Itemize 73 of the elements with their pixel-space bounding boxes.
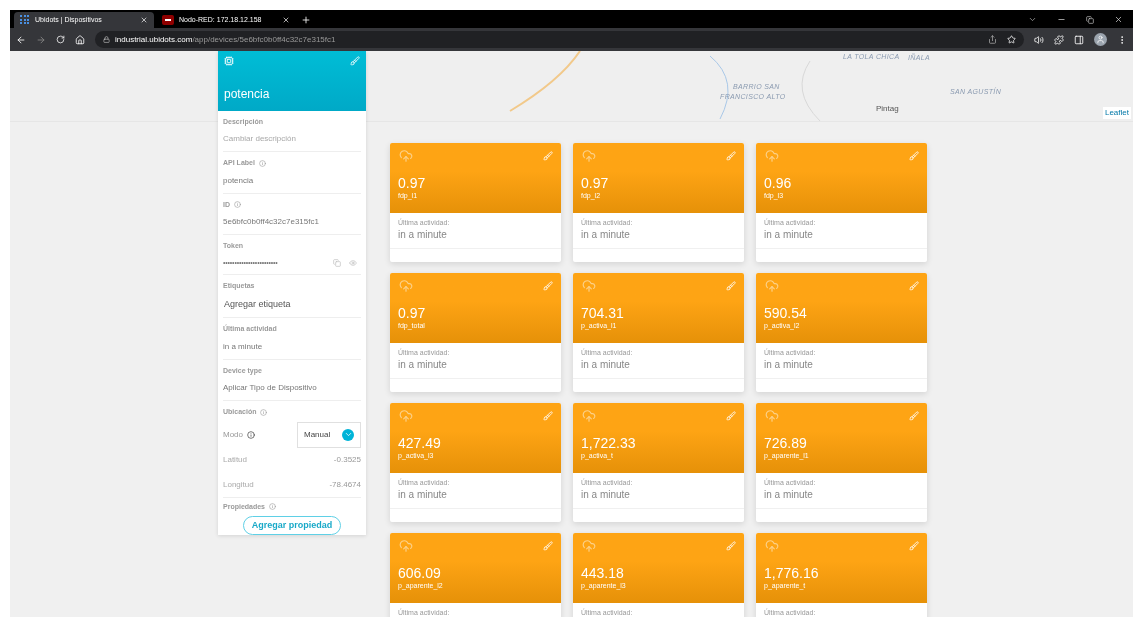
side-panel-icon[interactable] xyxy=(1074,34,1084,45)
chevron-down-icon xyxy=(342,428,354,441)
cloud-upload-icon xyxy=(398,409,414,423)
coordinate-value: -0.3525 xyxy=(333,454,361,466)
star-icon[interactable] xyxy=(1007,35,1016,44)
variable-value: 1,776.16 xyxy=(764,565,820,581)
nodes-logo-icon xyxy=(162,15,174,25)
cloud-upload-icon xyxy=(398,279,414,293)
back-icon[interactable] xyxy=(16,34,26,45)
variable-value: 1,722.33 xyxy=(581,435,637,451)
description-field[interactable]: Cambiar descripción xyxy=(223,133,361,145)
coordinate-label: Longitud xyxy=(223,478,254,491)
restore-icon[interactable] xyxy=(1086,15,1094,24)
chevron-down-icon[interactable] xyxy=(1028,15,1037,24)
activity-value: in a minute xyxy=(398,358,448,372)
info-icon xyxy=(269,503,276,511)
add-tag-button[interactable]: Agregar etiqueta xyxy=(223,297,292,311)
cloud-upload-icon xyxy=(398,539,414,553)
coordinate-value: -78.4674 xyxy=(329,478,361,491)
device-name: potencia xyxy=(224,85,271,103)
field-value: potencia xyxy=(223,174,254,187)
variable-value: 0.97 xyxy=(398,305,427,321)
info-icon xyxy=(247,430,255,439)
close-icon[interactable] xyxy=(1114,15,1123,24)
avatar-icon[interactable] xyxy=(1094,33,1107,46)
cloud-upload-icon xyxy=(764,409,780,423)
cloud-upload-icon xyxy=(581,409,597,423)
new-tab-icon[interactable] xyxy=(301,15,311,25)
share-icon[interactable] xyxy=(988,35,997,44)
variable-value: 704.31 xyxy=(581,305,625,321)
activity-value: in a minute xyxy=(764,488,814,502)
grid-logo-icon xyxy=(20,15,30,25)
variable-value: 0.97 xyxy=(581,175,610,191)
lock-icon xyxy=(103,36,110,43)
home-icon[interactable] xyxy=(75,34,85,45)
town-label: Pintag xyxy=(876,103,899,115)
info-icon xyxy=(260,408,268,416)
variable-value: 427.49 xyxy=(398,435,442,451)
field-value: in a minute xyxy=(223,340,263,353)
reload-icon[interactable] xyxy=(56,35,65,44)
variable-value: 726.89 xyxy=(764,435,808,451)
field-value: 5e6bfc0b0ff4c32c7e315fc1 xyxy=(223,216,319,228)
variable-value: 606.09 xyxy=(398,565,442,581)
variable-value: 443.18 xyxy=(581,565,625,581)
variable-value: 590.54 xyxy=(764,305,808,321)
mode-label: Modo xyxy=(223,428,243,441)
cloud-upload-icon xyxy=(764,149,780,163)
cloud-upload-icon xyxy=(581,279,597,293)
field-value: Aplicar Tipo de Dispositivo xyxy=(223,382,317,394)
variable-value: 0.97 xyxy=(398,175,427,191)
puzzle-icon[interactable] xyxy=(1054,34,1064,45)
activity-value: in a minute xyxy=(764,228,814,242)
speaker-icon[interactable] xyxy=(1034,34,1044,45)
cloud-upload-icon xyxy=(398,149,414,163)
mode-select[interactable]: Manual xyxy=(297,421,361,448)
forward-icon[interactable] xyxy=(36,34,46,45)
address-bar[interactable]: industrial.ubidots.com/app/devices/5e6bfc0b0ff4c32c7e315fc1 xyxy=(95,31,1024,48)
coordinate-label: Latitud xyxy=(223,454,248,466)
info-icon xyxy=(258,159,266,167)
url-path: /app/devices/5e6bfc0b0ff4c32c7e315fc1 xyxy=(192,33,336,46)
activity-value: in a minute xyxy=(581,488,631,502)
variable-value: 0.96 xyxy=(764,175,793,191)
attribution-link[interactable]: Leaflet xyxy=(1102,107,1131,119)
activity-value: in a minute xyxy=(764,358,814,372)
cloud-upload-icon xyxy=(581,539,597,553)
activity-value: in a minute xyxy=(581,228,631,242)
cloud-upload-icon xyxy=(581,149,597,163)
activity-value: in a minute xyxy=(398,228,448,242)
cloud-upload-icon xyxy=(764,279,780,293)
activity-value: in a minute xyxy=(398,488,448,502)
activity-value: in a minute xyxy=(581,358,631,372)
cloud-upload-icon xyxy=(764,539,780,553)
info-icon xyxy=(234,201,241,209)
